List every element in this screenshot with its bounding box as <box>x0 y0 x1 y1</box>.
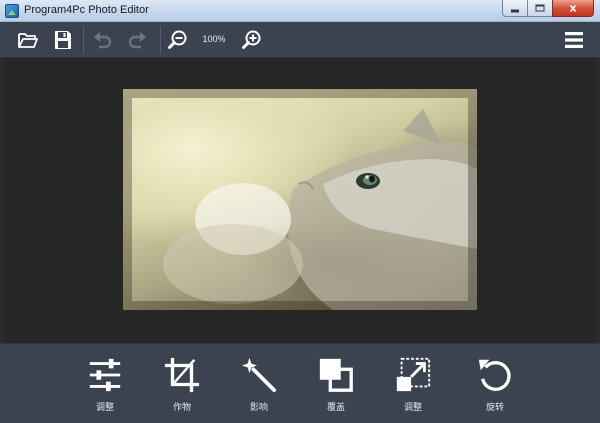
resize-icon <box>396 357 431 392</box>
window-controls: x <box>502 0 594 18</box>
tool-rotate[interactable]: 旋转 <box>465 356 525 418</box>
hamburger-menu-icon <box>565 32 583 48</box>
tool-label: 旋转 <box>485 403 504 413</box>
zoom-in-button[interactable] <box>240 28 264 52</box>
tool-resize[interactable]: 调整 <box>383 356 443 418</box>
magic-wand-icon <box>241 357 277 393</box>
zoom-in-icon <box>242 30 261 49</box>
overlay-icon <box>319 358 353 392</box>
tool-overlay[interactable]: 覆盖 <box>306 356 366 418</box>
open-folder-icon <box>18 33 38 48</box>
close-button[interactable]: x <box>552 0 594 17</box>
tool-label: 影响 <box>249 403 268 413</box>
minimize-button[interactable] <box>502 0 528 17</box>
tool-label: 调整 <box>403 403 422 413</box>
top-toolbar: 100% <box>0 22 600 58</box>
sliders-icon <box>89 358 121 392</box>
image-canvas[interactable] <box>5 58 595 343</box>
menu-button[interactable] <box>562 28 586 52</box>
window-title: Program4Pc Photo Editor <box>24 4 149 16</box>
toolbar-divider <box>83 26 84 54</box>
rotate-icon <box>478 359 511 391</box>
save-icon <box>55 31 71 49</box>
title-bar[interactable]: Program4Pc Photo Editor x <box>0 0 600 22</box>
maximize-icon <box>535 4 545 12</box>
zoom-out-icon <box>168 30 187 49</box>
cat-illustration <box>123 89 477 310</box>
save-button[interactable] <box>51 28 75 52</box>
app-logo-icon <box>5 4 19 18</box>
undo-button[interactable] <box>90 28 114 52</box>
undo-icon <box>94 32 112 49</box>
zoom-level-readout: 100% <box>202 34 226 44</box>
toolbar-divider <box>160 26 161 54</box>
open-button[interactable] <box>16 28 40 52</box>
cat-photo[interactable] <box>123 89 477 310</box>
minimize-icon <box>511 9 519 13</box>
tool-crop[interactable]: 作物 <box>152 356 212 418</box>
zoom-out-button[interactable] <box>166 28 190 52</box>
redo-button[interactable] <box>126 28 150 52</box>
editor-window: 100% 调整 作物 影响 覆盖 调整 旋转 <box>0 22 600 423</box>
tool-effects[interactable]: 影响 <box>229 356 289 418</box>
maximize-button[interactable] <box>527 0 553 17</box>
close-icon: x <box>569 1 577 15</box>
tool-adjust[interactable]: 调整 <box>75 356 135 418</box>
redo-icon <box>128 32 146 49</box>
tool-label: 作物 <box>172 403 191 413</box>
tool-label: 调整 <box>95 403 114 413</box>
crop-icon <box>164 357 200 393</box>
tools-bar: 调整 作物 影响 覆盖 调整 旋转 <box>0 343 600 423</box>
tool-label: 覆盖 <box>326 403 345 413</box>
